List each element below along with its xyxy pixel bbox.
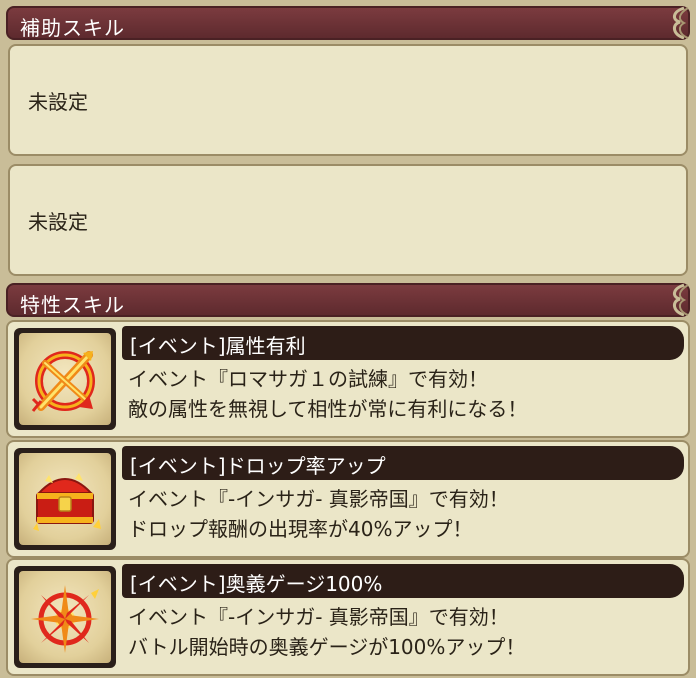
attribute-advantage-icon: [31, 351, 95, 412]
trait-description-line: バトル開始時の奥義ゲージが100%アップ！: [128, 635, 526, 659]
trait-title-bar: [イベント]ドロップ率アップ: [122, 446, 684, 480]
header-ornament-icon: [673, 283, 689, 317]
trait-icon-frame: [14, 328, 116, 430]
header-ornament-icon: [673, 6, 689, 40]
trait-title: [イベント]ドロップ率アップ: [130, 454, 386, 478]
trait-title-bar: [イベント]奥義ゲージ100%: [122, 564, 684, 598]
trait-title: [イベント]属性有利: [130, 334, 306, 358]
trait-skill-card-1[interactable]: [イベント]属性有利 イベント『ロマサガ１の試練』で有効！ 敵の属性を無視して相…: [6, 320, 690, 438]
support-skill-slot-2[interactable]: 未設定: [8, 164, 688, 276]
trait-description: イベント『-インサガ- 真影帝国』で有効！ バトル開始時の奥義ゲージが100%ア…: [128, 602, 688, 662]
slot-unset-label: 未設定: [28, 90, 88, 114]
trait-description: イベント『ロマサガ１の試練』で有効！ 敵の属性を無視して相性が常に有利になる！: [128, 364, 688, 424]
trait-skills-header: 特性スキル: [6, 283, 690, 317]
trait-icon-frame: [14, 448, 116, 550]
support-skill-slot-1[interactable]: 未設定: [8, 44, 688, 156]
trait-description: イベント『-インサガ- 真影帝国』で有効！ ドロップ報酬の出現率が40%アップ！: [128, 484, 688, 544]
trait-description-line: イベント『-インサガ- 真影帝国』で有効！: [128, 605, 509, 629]
trait-description-line: 敵の属性を無視して相性が常に有利になる！: [128, 397, 528, 421]
trait-description-line: イベント『ロマサガ１の試練』で有効！: [128, 367, 488, 391]
support-skills-header: 補助スキル: [6, 6, 690, 40]
trait-skill-card-3[interactable]: [イベント]奥義ゲージ100% イベント『-インサガ- 真影帝国』で有効！ バト…: [6, 558, 690, 676]
trait-description-line: ドロップ報酬の出現率が40%アップ！: [128, 517, 473, 541]
compass-star-icon: [31, 585, 99, 653]
treasure-chest-icon: [33, 473, 101, 531]
trait-title: [イベント]奥義ゲージ100%: [130, 572, 383, 596]
trait-skills-title: 特性スキル: [20, 293, 125, 317]
slot-unset-label: 未設定: [28, 210, 88, 234]
trait-description-line: イベント『-インサガ- 真影帝国』で有効！: [128, 487, 509, 511]
support-skills-title: 補助スキル: [20, 16, 125, 40]
trait-title-bar: [イベント]属性有利: [122, 326, 684, 360]
trait-icon-frame: [14, 566, 116, 668]
trait-skill-card-2[interactable]: [イベント]ドロップ率アップ イベント『-インサガ- 真影帝国』で有効！ ドロッ…: [6, 440, 690, 558]
